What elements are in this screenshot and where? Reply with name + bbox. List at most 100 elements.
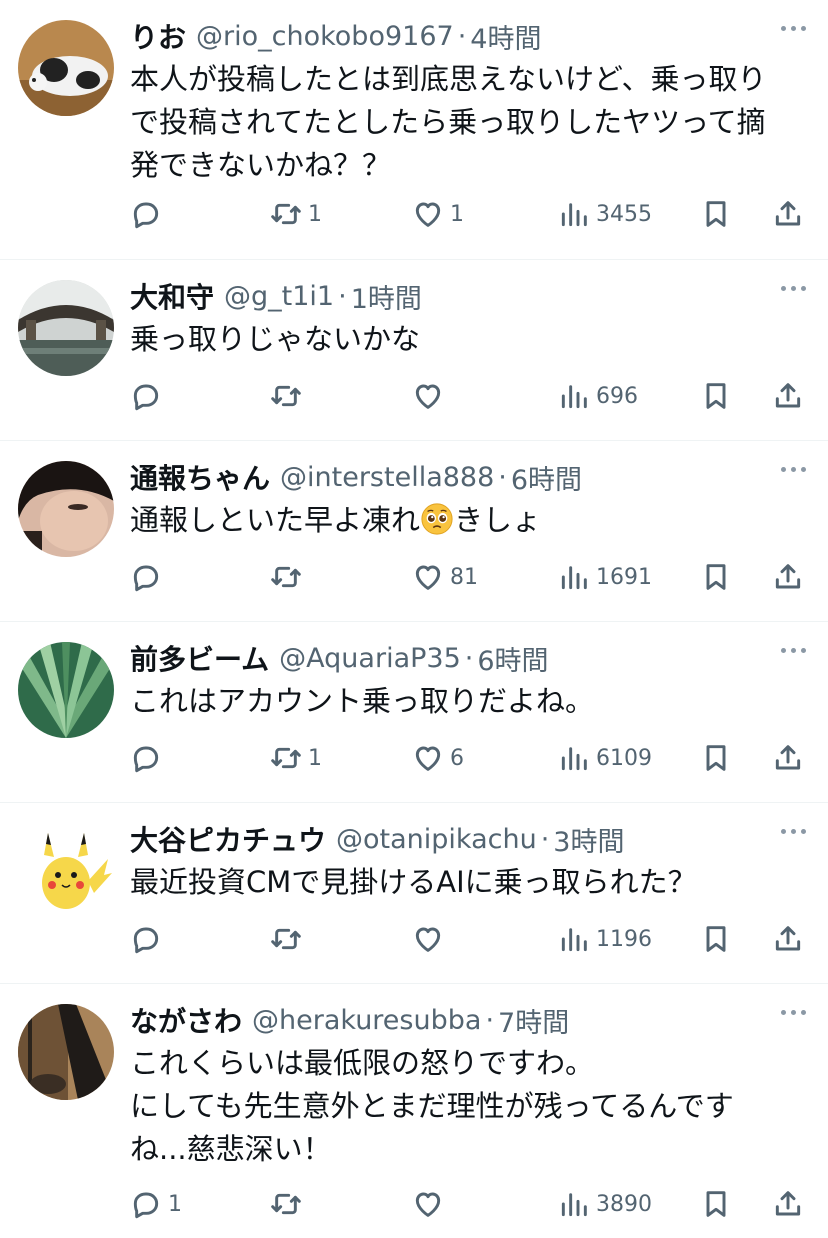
timestamp[interactable]: 1時間: [351, 277, 422, 316]
views-button[interactable]: 3890: [558, 1184, 652, 1224]
reply-button[interactable]: [130, 738, 168, 778]
retweet-button[interactable]: 1: [270, 194, 322, 234]
more-icon[interactable]: [781, 1010, 806, 1015]
share-button[interactable]: [772, 376, 804, 416]
display-name[interactable]: 大谷ピカチュウ: [130, 819, 326, 859]
retweet-button[interactable]: [270, 376, 308, 416]
tweet[interactable]: ながさわ @herakuresubba · 7時間 これくらいは最低限の怒りです…: [0, 984, 828, 1238]
bookmark-button[interactable]: [700, 194, 732, 234]
reply-button[interactable]: [130, 194, 168, 234]
like-button[interactable]: [412, 1184, 450, 1224]
avatar[interactable]: [18, 1004, 114, 1100]
avatar[interactable]: [18, 20, 114, 116]
tweet[interactable]: りお @rio_chokobo9167 · 4時間 本人が投稿したとは到底思えな…: [0, 0, 828, 260]
views-button[interactable]: 3455: [558, 194, 652, 234]
separator-dot: ·: [540, 823, 550, 855]
views-icon: [561, 385, 587, 409]
reply-button[interactable]: [130, 919, 168, 959]
tweet-text-part: 通報しといた早よ凍れ: [130, 503, 421, 537]
user-handle[interactable]: @AquariaP35: [279, 643, 461, 674]
avatar[interactable]: [18, 642, 114, 738]
bookmark-button[interactable]: [700, 919, 732, 959]
tweet-text: 最近投資CMで見掛けるAIに乗っ取られた？: [130, 865, 697, 899]
bookmark-icon: [706, 745, 726, 771]
retweet-icon: [271, 1193, 301, 1215]
bookmark-button[interactable]: [700, 738, 732, 778]
tweet-text: これはアカウント乗っ取りだよね。: [130, 684, 595, 718]
tweet[interactable]: 通報ちゃん @interstella888 · 6時間 通報しといた早よ凍れ きし…: [0, 441, 828, 622]
view-count: 696: [596, 383, 638, 409]
retweet-count: 1: [308, 201, 322, 227]
retweet-icon: [271, 203, 301, 225]
like-button[interactable]: 6: [412, 738, 464, 778]
share-button[interactable]: [772, 194, 804, 234]
like-icon: [415, 746, 441, 771]
user-handle[interactable]: @interstella888: [280, 462, 494, 493]
like-button[interactable]: [412, 919, 450, 959]
bookmark-icon: [706, 201, 726, 227]
like-button[interactable]: [412, 376, 450, 416]
action-bar: 1 1 3455: [130, 194, 810, 234]
views-button[interactable]: 1691: [558, 557, 652, 597]
views-icon: [561, 203, 587, 227]
bookmark-button[interactable]: [700, 557, 732, 597]
view-count: 3890: [596, 1191, 652, 1217]
timestamp[interactable]: 6時間: [477, 639, 548, 678]
tweet[interactable]: 前多ビーム @AquariaP35 · 6時間 これはアカウント乗っ取りだよね。…: [0, 622, 828, 803]
share-button[interactable]: [772, 919, 804, 959]
display-name[interactable]: りお: [130, 16, 186, 56]
like-button[interactable]: 81: [412, 557, 478, 597]
timestamp[interactable]: 4時間: [470, 17, 541, 56]
tweet-text: 乗っ取りじゃないかな: [130, 322, 421, 356]
more-icon[interactable]: [781, 26, 806, 31]
display-name[interactable]: ながさわ: [130, 1000, 242, 1040]
tweet[interactable]: 大谷ピカチュウ @otanipikachu · 3時間 最近投資CMで見掛けるA…: [0, 803, 828, 984]
more-icon[interactable]: [781, 648, 806, 653]
user-handle[interactable]: @g_t1i1: [224, 281, 334, 312]
retweet-button[interactable]: [270, 919, 308, 959]
like-button[interactable]: 1: [412, 194, 464, 234]
more-icon[interactable]: [781, 467, 806, 472]
bookmark-button[interactable]: [700, 376, 732, 416]
like-count: 81: [450, 564, 478, 590]
reply-button[interactable]: [130, 376, 168, 416]
reply-button[interactable]: [130, 557, 168, 597]
views-button[interactable]: 1196: [558, 919, 652, 959]
share-button[interactable]: [772, 738, 804, 778]
like-count: 6: [450, 745, 464, 771]
retweet-button[interactable]: [270, 557, 308, 597]
share-icon: [775, 383, 801, 408]
timestamp[interactable]: 7時間: [498, 1001, 569, 1040]
display-name[interactable]: 前多ビーム: [130, 638, 269, 678]
view-count: 6109: [596, 745, 652, 771]
retweet-button[interactable]: 1: [270, 738, 322, 778]
share-icon: [775, 745, 801, 770]
views-button[interactable]: 6109: [558, 738, 652, 778]
avatar[interactable]: [18, 461, 114, 557]
view-count: 1691: [596, 564, 652, 590]
views-button[interactable]: 696: [558, 376, 638, 416]
share-icon: [775, 926, 801, 951]
bookmark-icon: [706, 926, 726, 952]
avatar[interactable]: [18, 280, 114, 376]
retweet-icon: [271, 385, 301, 407]
retweet-button[interactable]: [270, 1184, 308, 1224]
share-button[interactable]: [772, 557, 804, 597]
timestamp[interactable]: 6時間: [511, 458, 582, 497]
avatar[interactable]: [18, 823, 114, 919]
views-icon: [561, 566, 587, 590]
display-name[interactable]: 大和守: [130, 276, 214, 316]
more-icon[interactable]: [781, 286, 806, 291]
tweet[interactable]: 大和守 @g_t1i1 · 1時間 乗っ取りじゃないかな 696: [0, 260, 828, 441]
user-handle[interactable]: @rio_chokobo9167: [196, 21, 454, 52]
reply-button[interactable]: 1: [130, 1184, 182, 1224]
user-handle[interactable]: @otanipikachu: [336, 824, 537, 855]
views-icon: [561, 928, 587, 952]
timestamp[interactable]: 3時間: [553, 820, 624, 859]
more-icon[interactable]: [781, 829, 806, 834]
bookmark-button[interactable]: [700, 1184, 732, 1224]
user-handle[interactable]: @herakuresubba: [252, 1005, 481, 1036]
share-button[interactable]: [772, 1184, 804, 1224]
display-name[interactable]: 通報ちゃん: [130, 457, 270, 497]
tweet-text: これくらいは最低限の怒りですわ。 にしても先生意外とまだ理性が残ってるんです ね…: [130, 1046, 734, 1166]
